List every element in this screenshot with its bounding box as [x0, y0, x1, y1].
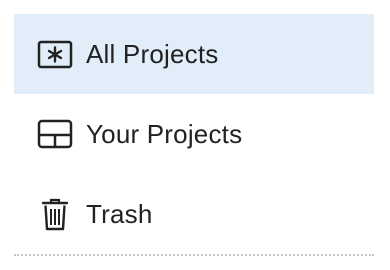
grid-box-icon: [36, 115, 74, 153]
sidebar-divider: [14, 254, 374, 256]
sidebar-item-label: Your Projects: [86, 119, 243, 149]
asterisk-box-icon: [36, 35, 74, 73]
sidebar-item-all-projects[interactable]: All Projects: [14, 14, 374, 94]
projects-sidebar: All Projects Your Projects Trash: [0, 0, 390, 270]
project-filter-list: All Projects Your Projects Trash: [14, 14, 374, 254]
trash-icon: [36, 195, 74, 233]
sidebar-item-your-projects[interactable]: Your Projects: [14, 94, 374, 174]
sidebar-item-trash[interactable]: Trash: [14, 174, 374, 254]
sidebar-item-label: All Projects: [86, 39, 219, 69]
sidebar-item-label: Trash: [86, 199, 153, 229]
